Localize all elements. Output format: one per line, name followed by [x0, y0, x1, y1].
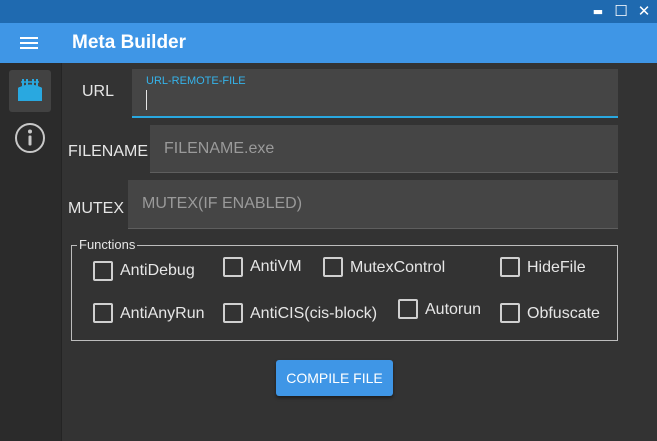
autorun-label[interactable]: Autorun — [425, 301, 481, 319]
filename-input[interactable] — [150, 125, 618, 172]
app-bar: Meta Builder — [0, 23, 657, 63]
builder-icon — [18, 79, 42, 101]
url-label: URL — [82, 83, 115, 100]
close-button[interactable]: ✕ — [633, 0, 655, 23]
functions-legend: Functions — [77, 237, 138, 252]
obfuscate-label[interactable]: Obfuscate — [527, 305, 600, 323]
obfuscate-checkbox[interactable] — [500, 303, 520, 323]
sidebar-item-builder[interactable] — [9, 70, 51, 112]
sidebar — [0, 63, 62, 441]
anticis-checkbox[interactable] — [223, 303, 243, 323]
url-field[interactable]: URL-REMOTE-FILE — [132, 69, 618, 118]
compile-file-button[interactable]: COMPILE FILE — [276, 360, 393, 396]
app-title: Meta Builder — [72, 32, 187, 53]
info-icon — [15, 123, 45, 153]
antianyrun-label[interactable]: AntiAnyRun — [120, 305, 205, 323]
antivm-label[interactable]: AntiVM — [250, 258, 302, 276]
text-caret — [146, 90, 147, 110]
minimize-button[interactable]: ▬ — [587, 0, 609, 23]
antivm-checkbox[interactable] — [223, 257, 243, 277]
sidebar-item-info[interactable] — [9, 117, 51, 159]
filename-label: FILENAME — [68, 143, 149, 160]
hamburger-icon[interactable] — [18, 34, 40, 52]
antidebug-checkbox[interactable] — [93, 261, 113, 281]
mutex-label: MUTEX — [68, 200, 124, 217]
autorun-checkbox[interactable] — [398, 299, 418, 319]
antianyrun-checkbox[interactable] — [93, 303, 113, 323]
url-input[interactable] — [132, 69, 618, 116]
anticis-label[interactable]: AntiCIS(cis-block) — [250, 305, 377, 323]
maximize-button[interactable]: ☐ — [610, 0, 632, 23]
filename-field[interactable] — [150, 125, 618, 173]
window-titlebar: ▬ ☐ ✕ — [0, 0, 657, 23]
mutex-input[interactable] — [128, 180, 618, 228]
mutexcontrol-label[interactable]: MutexControl — [350, 259, 445, 277]
mutex-field[interactable] — [128, 180, 618, 229]
antidebug-label[interactable]: AntiDebug — [120, 262, 195, 280]
mutexcontrol-checkbox[interactable] — [323, 257, 343, 277]
hidefile-label[interactable]: HideFile — [527, 259, 586, 277]
hidefile-checkbox[interactable] — [500, 257, 520, 277]
